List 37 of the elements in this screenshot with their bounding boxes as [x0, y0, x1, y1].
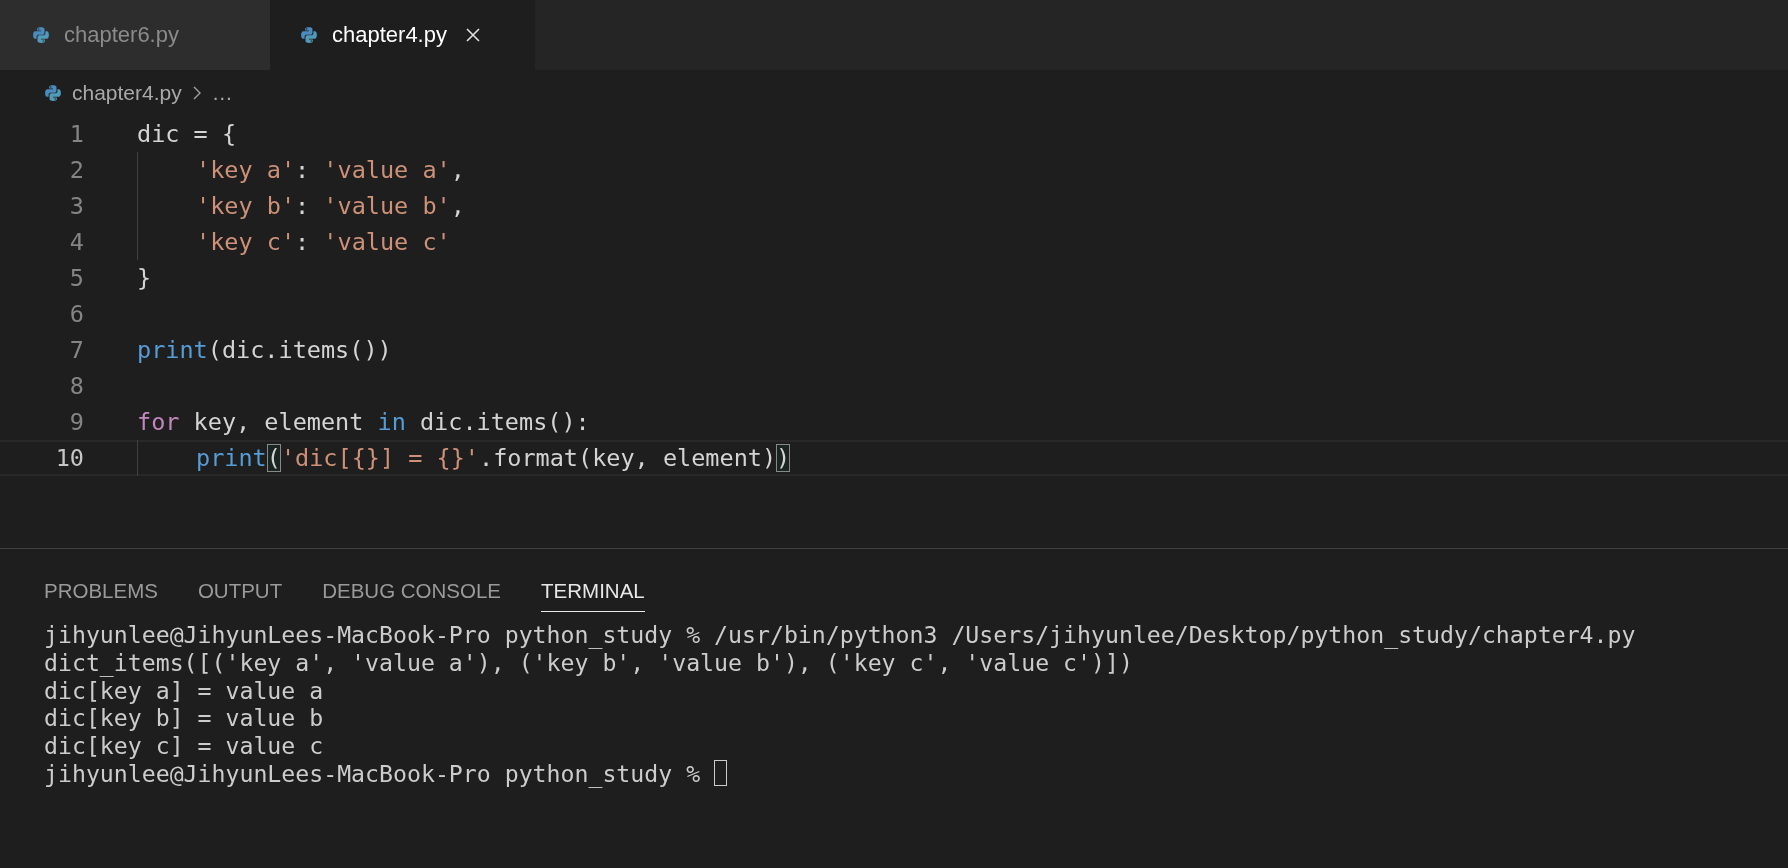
line-number: 7	[68, 336, 84, 364]
breadcrumb-item[interactable]: …	[211, 81, 233, 105]
line-number: 9	[68, 408, 84, 436]
code-line: }	[137, 264, 152, 292]
chevron-right-icon	[191, 85, 202, 101]
terminal-line: dic[key a] = value a	[44, 676, 324, 704]
terminal-line: dic[key b] = value b	[44, 704, 324, 732]
close-icon[interactable]	[464, 27, 481, 43]
line-number: 6	[68, 300, 84, 328]
code-line: print(dic.items())	[137, 336, 392, 364]
terminal-line: jihyunlee@JihyunLees-MacBook-Pro python_study %	[44, 759, 702, 787]
line-number: 3	[68, 192, 84, 220]
code-line: 'key c': 'value c'	[196, 228, 451, 256]
editor-tab[interactable]: chapter4.py	[270, 0, 535, 70]
editor-tab[interactable]: chapter6.py	[0, 0, 270, 70]
panel-tab[interactable]: PROBLEMS	[44, 568, 158, 612]
line-number: 5	[68, 264, 84, 292]
panel-tab[interactable]: TERMINAL	[541, 568, 645, 612]
line-number: 2	[68, 156, 84, 184]
python-file-icon	[32, 26, 50, 44]
breadcrumb-item[interactable]: chapter4.py	[72, 81, 182, 105]
terminal-line: dict_items([('key a', 'value a'), ('key b', 'value b'), ('key c', 'value c')])	[44, 649, 1133, 677]
panel-tab[interactable]: DEBUG CONSOLE	[322, 568, 502, 612]
line-number: 8	[68, 372, 84, 400]
code-line: for key, element in dic.items():	[137, 408, 590, 436]
python-file-icon	[300, 26, 318, 44]
code-line: print('dic[{}] = {}'.format(key, element))	[196, 444, 791, 472]
terminal-line: dic[key c] = value c	[44, 732, 324, 760]
terminal-line: jihyunlee@JihyunLees-MacBook-Pro python_study % /usr/bin/python3 /Users/jihyunlee/Desktop/python_study/chapter4.py	[44, 621, 1636, 649]
python-file-icon	[44, 84, 62, 102]
code-line: 'key a': 'value a',	[196, 156, 465, 184]
line-number: 1	[68, 120, 84, 148]
line-number: 10	[54, 444, 84, 472]
code-line: dic = {	[137, 120, 237, 148]
code-line: 'key b': 'value b',	[196, 192, 465, 220]
line-number: 4	[68, 228, 84, 256]
panel-tab[interactable]: OUTPUT	[197, 568, 283, 612]
